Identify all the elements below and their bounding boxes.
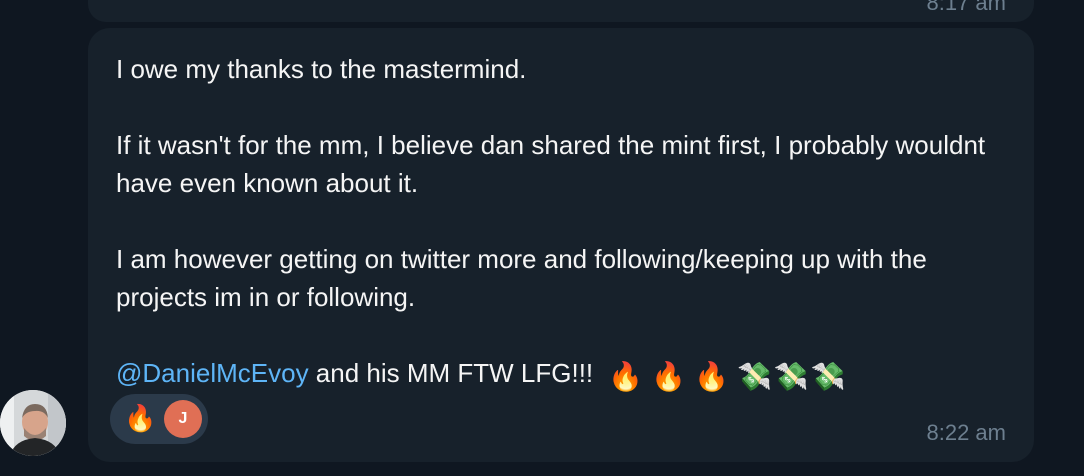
message-body: I owe my thanks to the mastermind. If it… [116,50,1016,396]
message-time: 8:22 am [926,420,1007,445]
reactor-avatar: J [164,400,202,438]
person-avatar-icon [0,390,66,456]
fire-emoji: 🔥 [608,361,644,392]
user-mention-link[interactable]: @DanielMcEvoy [116,358,309,388]
fire-emoji: 🔥 [651,361,687,392]
money-with-wings-emoji: 💸 [773,361,809,392]
sender-avatar[interactable] [0,390,66,456]
message-text-line-2: If it wasn't for the mm, I believe dan s… [116,130,986,198]
fire-reaction-icon: 🔥 [124,403,157,433]
message-text-line-3: I am however getting on twitter more and… [116,244,927,312]
emoji-row: 🔥 🔥 🔥 💸💸💸 [608,358,847,396]
previous-message-bubble[interactable]: 8:17 am [88,0,1034,22]
money-with-wings-emoji: 💸 [737,361,772,392]
previous-message-time: 8:17 am [926,0,1007,15]
message-bubble[interactable]: I owe my thanks to the mastermind. If it… [88,28,1034,462]
message-text-line-4: @DanielMcEvoy and his MM FTW LFG!!! 🔥 🔥 🔥 💸… [116,354,1016,396]
reaction-chip[interactable]: 🔥 J [110,394,208,444]
message-text-line-1: I owe my thanks to the mastermind. [116,54,527,84]
fire-emoji: 🔥 [694,361,730,392]
money-with-wings-emoji: 💸 [810,361,846,392]
message-text-line-4-rest: and his MM FTW LFG!!! [308,358,601,388]
